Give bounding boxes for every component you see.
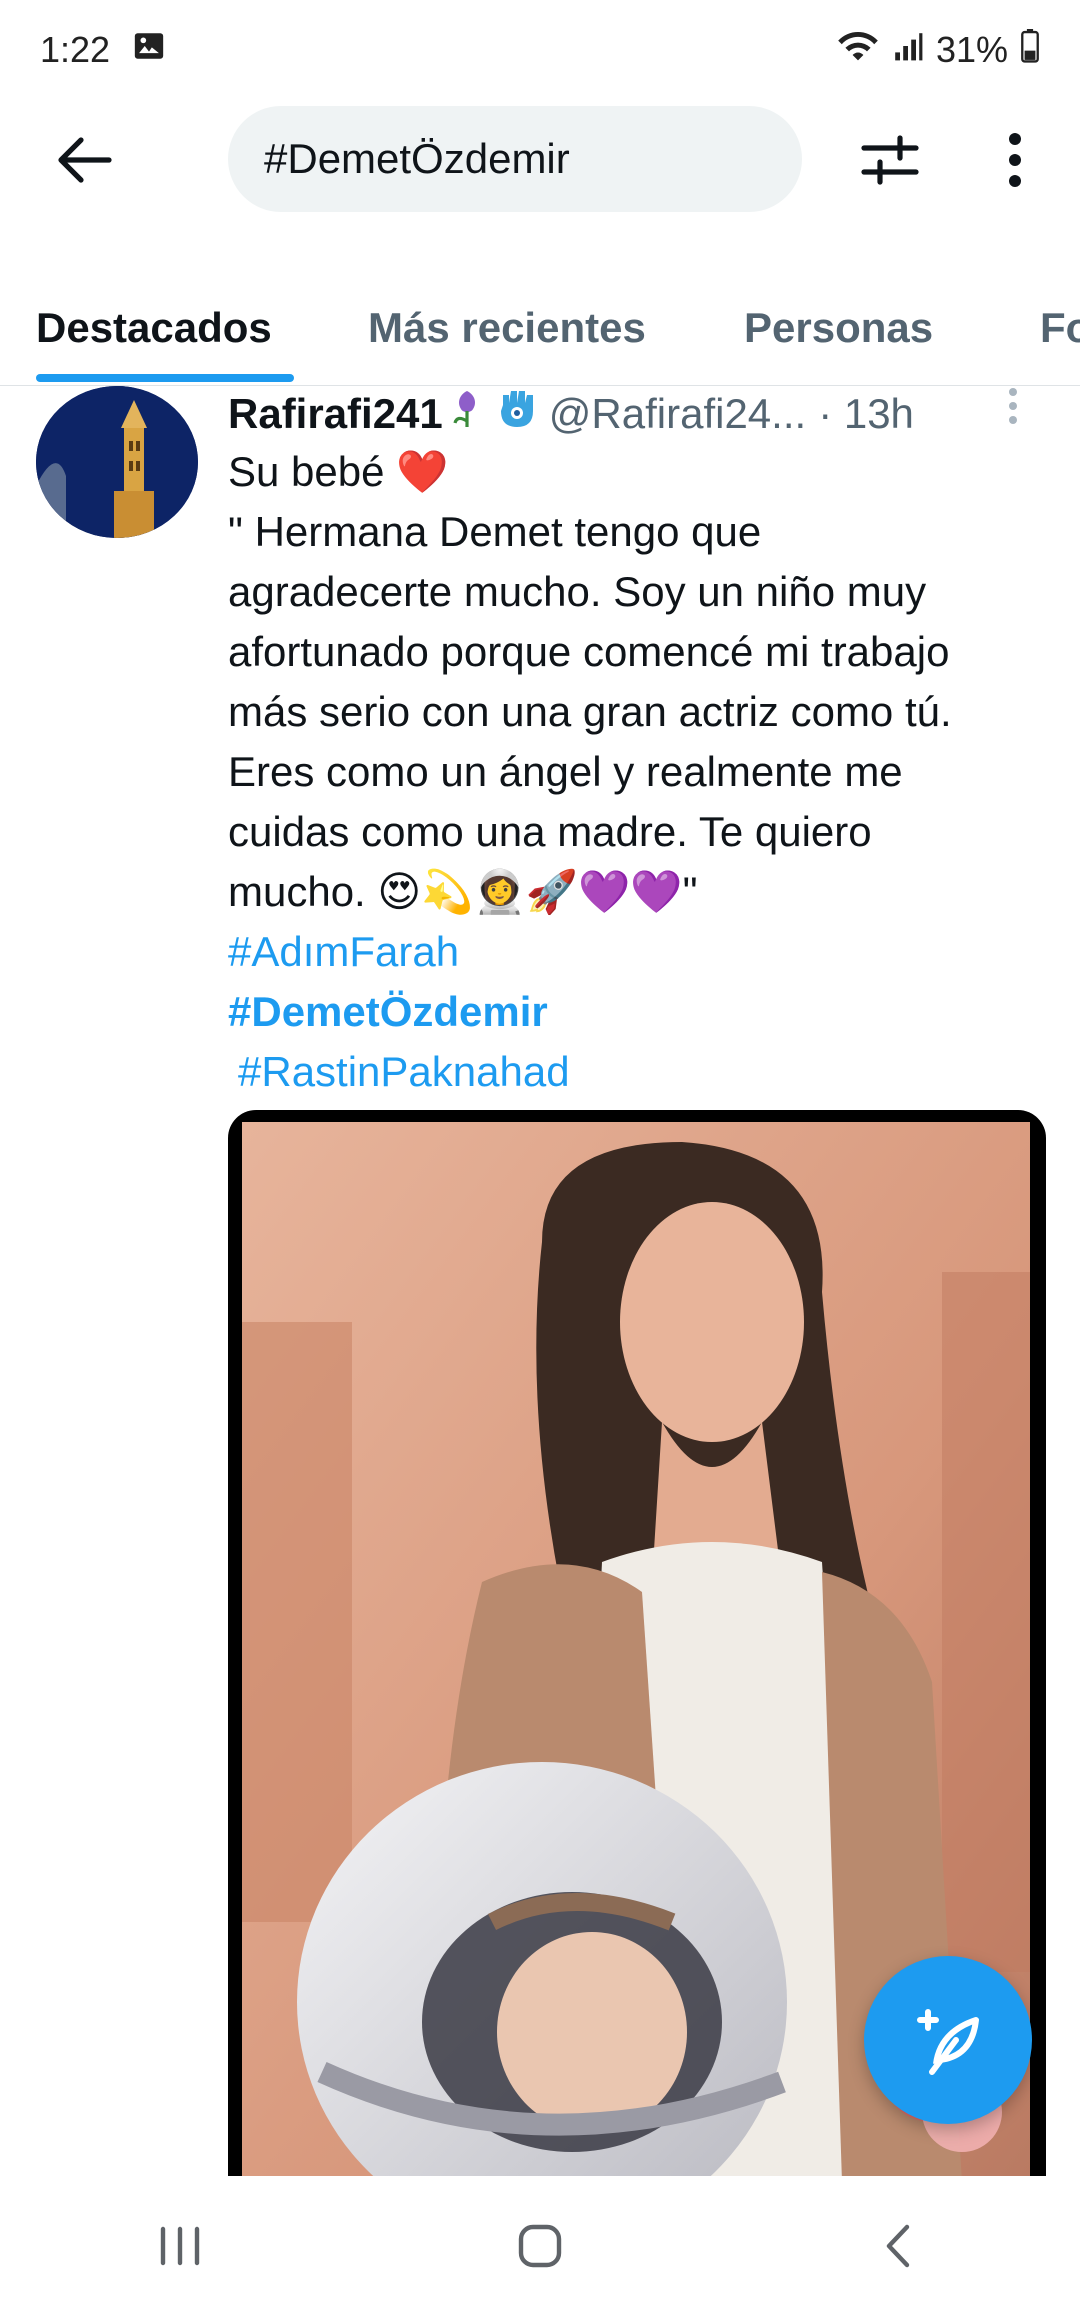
tweet-header: Rafirafi241 @Rafirafi24... · 13h (228, 386, 1028, 442)
tweet-more-button[interactable] (1008, 386, 1032, 426)
search-input[interactable]: #DemetÖzdemir (228, 106, 802, 212)
compose-tweet-button[interactable] (864, 1956, 1032, 2124)
hashtag-link[interactable]: #DemetÖzdemir (228, 982, 1058, 1042)
tweet-line: " Hermana Demet tengo que (228, 508, 762, 555)
tab-personas[interactable]: Personas (744, 270, 933, 385)
system-back-button[interactable] (830, 2196, 970, 2296)
tweet-line: cuidas como una madre. Te quiero (228, 808, 872, 855)
tweet-line: Eres como un ángel y realmente me (228, 748, 903, 795)
recent-apps-icon (160, 2226, 200, 2266)
tab-destacados[interactable]: Destacados (36, 270, 272, 385)
tweet[interactable]: Rafirafi241 @Rafirafi24... · 13h Su bebé… (0, 386, 1080, 2176)
battery-icon (1020, 28, 1040, 72)
more-vertical-icon (1009, 133, 1021, 187)
tweet-time[interactable]: · 13h (818, 390, 914, 438)
chevron-left-icon (886, 2224, 910, 2268)
back-button[interactable] (50, 130, 120, 190)
hashtag-link[interactable]: #RastinPaknahad (228, 1042, 1058, 1102)
tweet-line: afortunado porque comencé mi trabajo (228, 628, 950, 675)
tweet-line: agradecerte mucho. Soy un niño muy (228, 568, 927, 615)
gallery-icon (132, 29, 166, 72)
tab-mas-recientes[interactable]: Más recientes (368, 270, 646, 385)
tweet-line: más serio con una gran actriz como tú. (228, 688, 952, 735)
search-filters-button[interactable] (855, 125, 925, 195)
hashtag-link[interactable]: #AdımFarah (228, 922, 1058, 982)
display-name[interactable]: Rafirafi241 (228, 390, 443, 438)
home-button[interactable] (470, 2196, 610, 2296)
signal-icon (892, 29, 924, 72)
tweet-text: Su bebé ❤️ " Hermana Demet tengo que agr… (228, 442, 1058, 1102)
wifi-icon (836, 28, 880, 73)
active-tab-indicator (36, 374, 294, 382)
compose-feather-icon (917, 2009, 979, 2075)
arrow-left-icon (58, 137, 112, 183)
home-icon (518, 2224, 562, 2268)
status-bar: 1:22 31% (0, 0, 1080, 100)
system-navigation-bar (0, 2176, 1080, 2316)
search-query: #DemetÖzdemir (264, 135, 570, 182)
tweet-line: mucho. 😍💫👩‍🚀🚀💜💜" (228, 868, 698, 915)
more-options-button[interactable] (990, 125, 1040, 195)
sliders-icon (861, 135, 919, 185)
more-vertical-icon (1009, 388, 1017, 424)
hamsa-badge-icon (495, 387, 539, 441)
recent-apps-button[interactable] (110, 2196, 250, 2296)
top-bar: #DemetÖzdemir (0, 100, 1080, 220)
tweet-line: Su bebé ❤️ (228, 448, 449, 495)
avatar[interactable] (36, 386, 198, 538)
search-tabs: Destacados Más recientes Personas Fo (0, 270, 1080, 386)
status-time: 1:22 (40, 29, 111, 70)
battery-level: 31% (935, 29, 1008, 70)
flower-badge-icon (447, 387, 487, 441)
user-handle[interactable]: @Rafirafi24... (549, 390, 806, 438)
tab-fotos[interactable]: Fo (1040, 270, 1080, 385)
